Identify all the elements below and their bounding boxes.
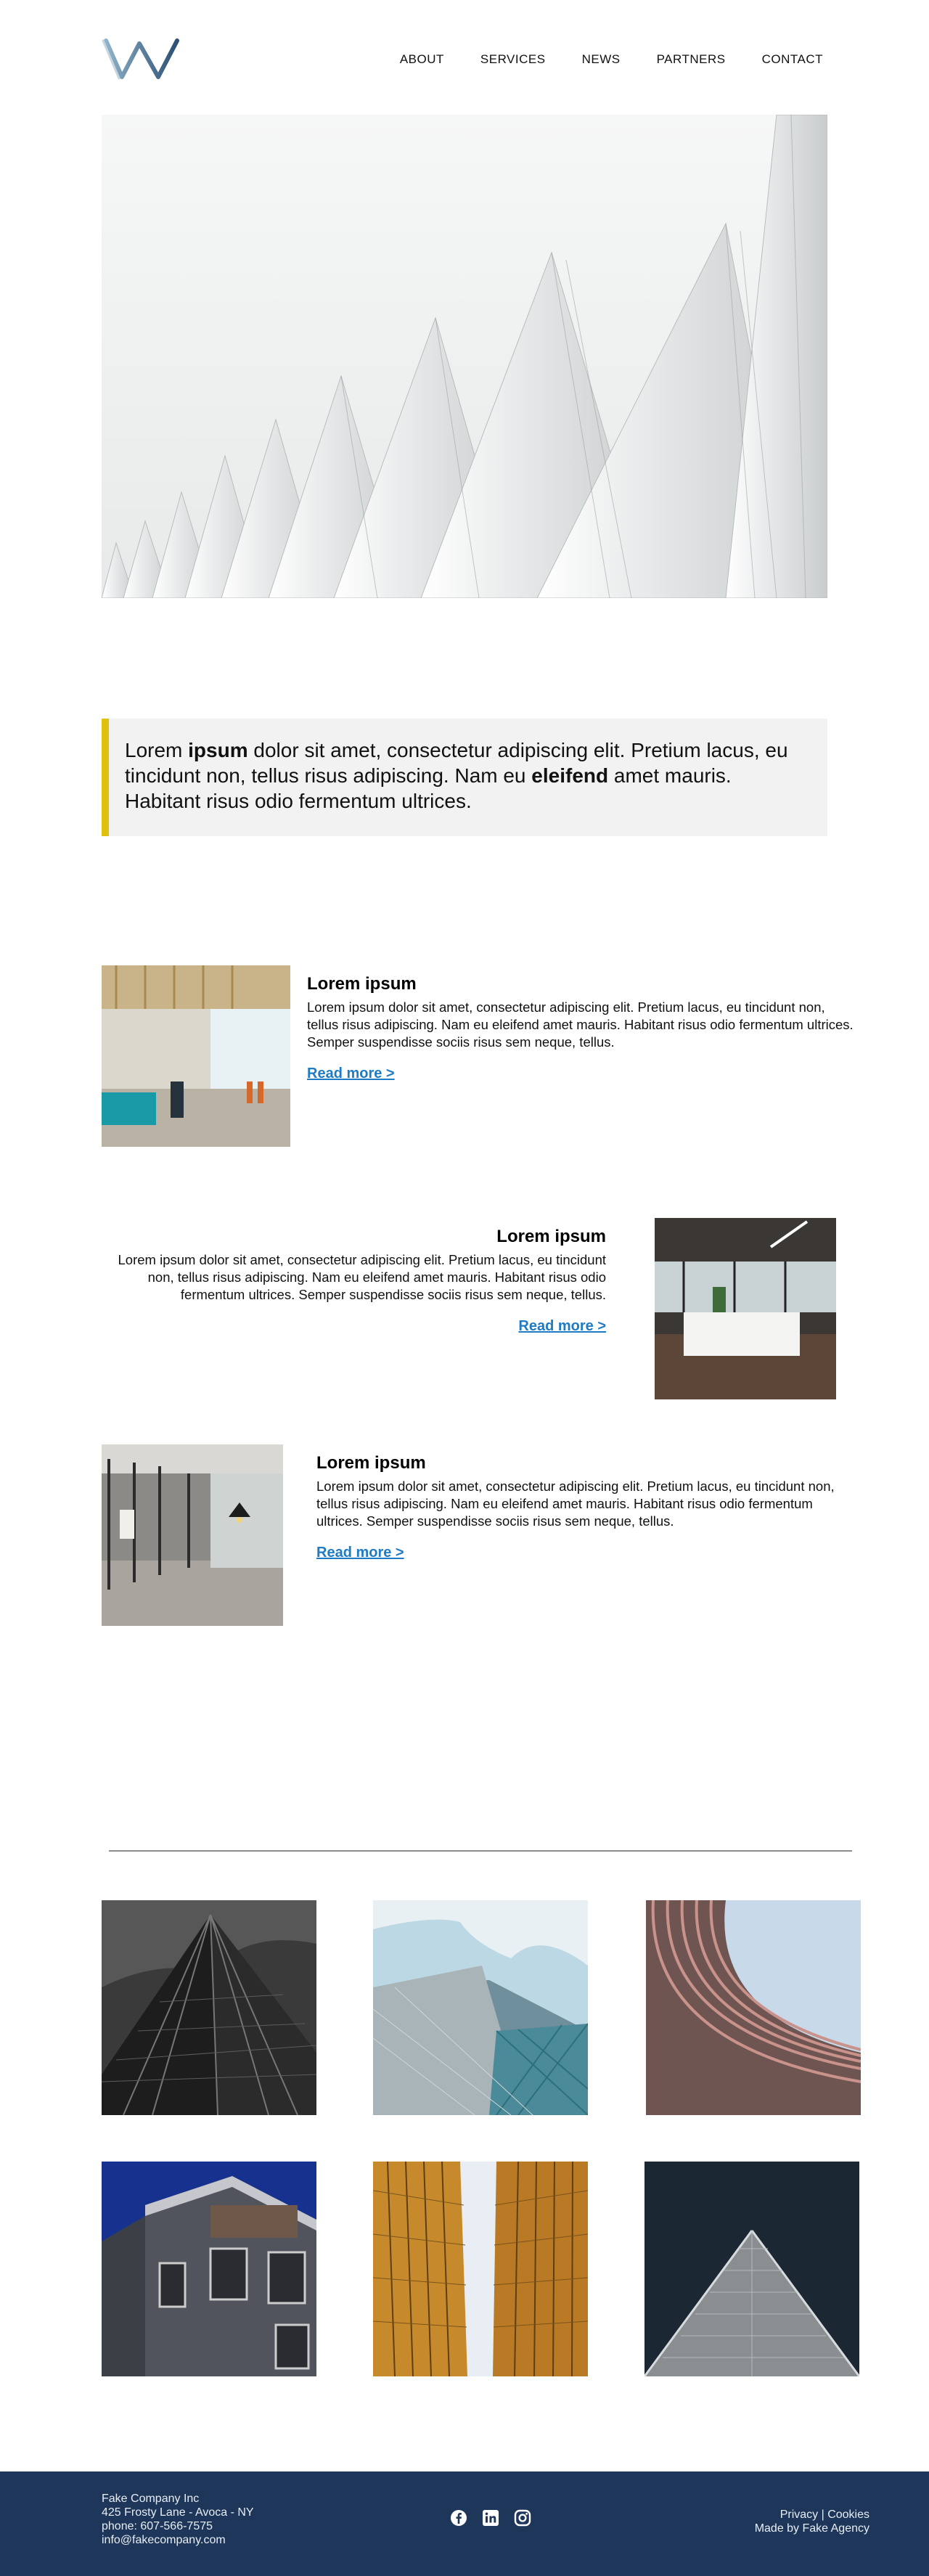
company-phone[interactable]: phone: 607-566-7575 xyxy=(102,2519,254,2533)
feature-body: Lorem ipsum dolor sit amet, consectetur … xyxy=(118,1252,606,1302)
office-lobby-image xyxy=(102,965,290,1147)
read-more-link[interactable]: Read more > xyxy=(316,1545,404,1561)
feature-item-2: Lorem ipsum Lorem ipsum dolor sit amet, … xyxy=(102,1218,836,1407)
nav-services[interactable]: SERVICES xyxy=(480,52,546,67)
company-address: 425 Frosty Lane - Avoca - NY xyxy=(102,2506,254,2519)
nav-partners[interactable]: PARTNERS xyxy=(657,52,726,67)
highlight-quote: Lorem ipsum dolor sit amet, consectetur … xyxy=(102,719,827,836)
site-footer: Fake Company Inc 425 Frosty Lane - Avoca… xyxy=(0,2471,929,2576)
site-header: ABOUT SERVICES NEWS PARTNERS CONTACT xyxy=(0,0,929,109)
office-corridor-image xyxy=(102,1444,283,1626)
feature-body: Lorem ipsum dolor sit amet, consectetur … xyxy=(307,999,854,1050)
main-nav: ABOUT SERVICES NEWS PARTNERS CONTACT xyxy=(400,52,823,67)
office-reception-image xyxy=(655,1218,836,1399)
section-divider xyxy=(109,1850,852,1852)
nav-about[interactable]: ABOUT xyxy=(400,52,444,67)
gallery-image-curved-facade[interactable] xyxy=(646,1900,861,2115)
gallery-image-glass-facade[interactable] xyxy=(373,1900,588,2115)
read-more-link[interactable]: Read more > xyxy=(518,1318,606,1335)
company-logo[interactable] xyxy=(102,35,183,86)
feature-title: Lorem ipsum xyxy=(307,974,417,994)
quote-text: Lorem ipsum dolor sit amet, consectetur … xyxy=(125,739,788,812)
feature-item-3: Lorem ipsum Lorem ipsum dolor sit amet, … xyxy=(102,1444,856,1633)
social-links xyxy=(450,2509,531,2527)
read-more-link[interactable]: Read more > xyxy=(307,1066,395,1082)
gallery-image-bw-tower[interactable] xyxy=(102,1900,316,2115)
feature-title: Lorem ipsum xyxy=(316,1453,426,1473)
feature-item-1: Lorem ipsum Lorem ipsum dolor sit amet, … xyxy=(102,965,856,1154)
gallery-image-brick-building[interactable] xyxy=(102,2162,316,2376)
gallery-image-dark-tower[interactable] xyxy=(644,2162,859,2376)
company-email[interactable]: info@fakecompany.com xyxy=(102,2533,254,2547)
instagram-icon[interactable] xyxy=(514,2509,531,2527)
footer-legal: Privacy | Cookies Made by Fake Agency xyxy=(755,2508,869,2535)
nav-contact[interactable]: CONTACT xyxy=(762,52,823,67)
facebook-icon[interactable] xyxy=(450,2509,467,2527)
feature-title: Lorem ipsum xyxy=(496,1227,606,1246)
privacy-cookies-links[interactable]: Privacy | Cookies xyxy=(755,2508,869,2522)
linkedin-icon[interactable] xyxy=(482,2509,499,2527)
footer-contact: Fake Company Inc 425 Frosty Lane - Avoca… xyxy=(102,2492,254,2547)
hero-image xyxy=(102,115,827,598)
agency-credit: Made by Fake Agency xyxy=(754,2522,869,2535)
company-name: Fake Company Inc xyxy=(102,2493,200,2505)
nav-news[interactable]: NEWS xyxy=(582,52,621,67)
feature-body: Lorem ipsum dolor sit amet, consectetur … xyxy=(316,1479,835,1529)
gallery-image-twin-towers[interactable] xyxy=(373,2162,588,2376)
